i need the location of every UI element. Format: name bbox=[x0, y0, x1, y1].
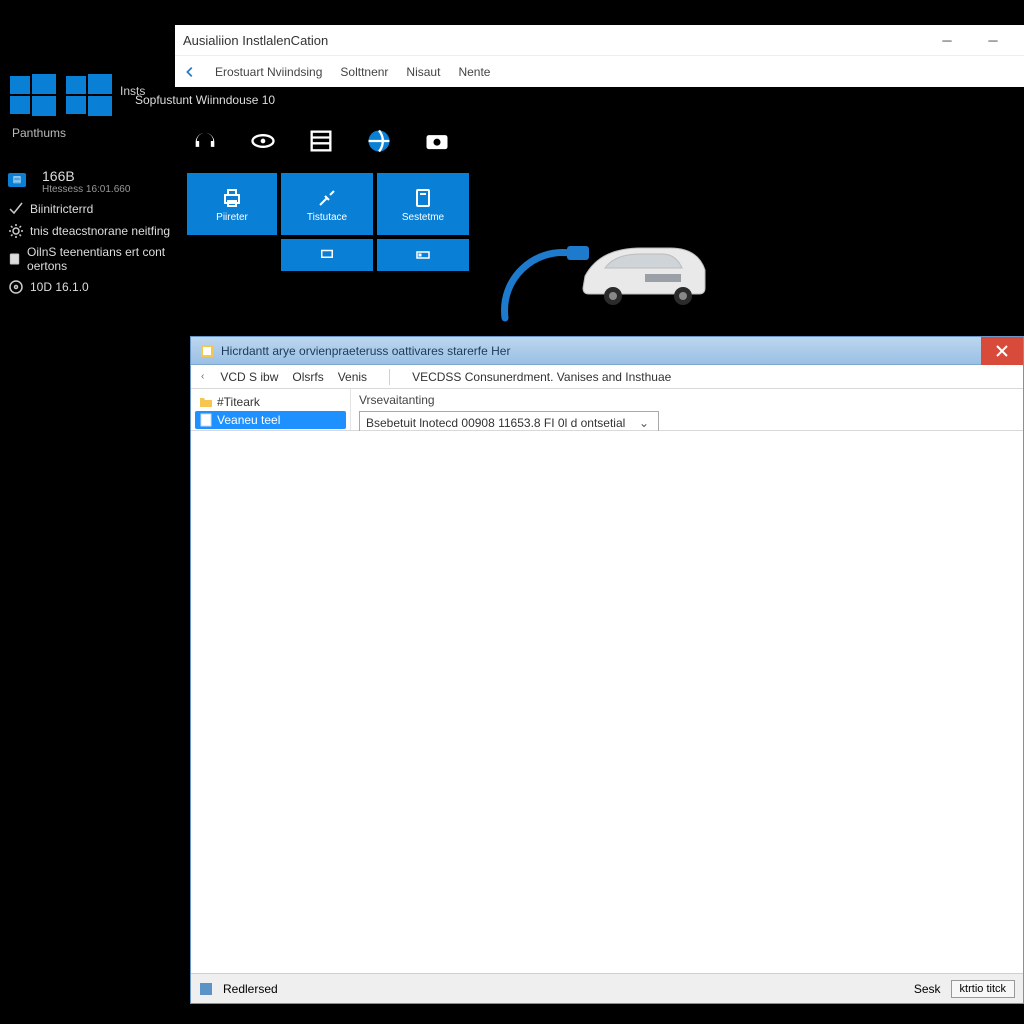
tree-parent[interactable]: #Titeark bbox=[195, 393, 346, 411]
windows-logos bbox=[0, 60, 175, 118]
back-icon[interactable] bbox=[183, 65, 197, 79]
desktop-item[interactable]: tnis dteacstnorane neitfing bbox=[0, 217, 175, 239]
disc-icon bbox=[8, 279, 24, 295]
app-window: Ausialiion InstlalenCation ─ ─ Erostuart… bbox=[175, 25, 1024, 315]
tile-small-1[interactable] bbox=[281, 239, 373, 271]
headset-icon[interactable] bbox=[187, 123, 223, 159]
menu-item[interactable]: Nente bbox=[458, 65, 490, 79]
gear-icon bbox=[8, 223, 24, 239]
status-label: Sesk bbox=[914, 982, 941, 996]
desktop-item[interactable]: OilnS teenentians ert cont oertons bbox=[0, 239, 175, 273]
status-button[interactable]: ktrtio titck bbox=[951, 980, 1015, 998]
menu-item[interactable]: Venis bbox=[338, 370, 367, 384]
explorer-content bbox=[191, 431, 1023, 973]
desktop-group-label: Panthums bbox=[0, 118, 175, 140]
menu-item[interactable]: Solttnenr bbox=[340, 65, 388, 79]
titlebar[interactable]: Ausialiion InstlalenCation ─ ─ bbox=[175, 25, 1024, 55]
windows-logo-icon bbox=[10, 72, 56, 118]
app-subtitle: Sopfustunt Wiinndouse 10 bbox=[135, 93, 1024, 107]
tile-interface[interactable]: Tistutace bbox=[281, 173, 373, 235]
explorer-upper: #Titeark Veaneu teel Vrsevaitanting Bseb… bbox=[191, 389, 1023, 431]
desktop-item-hd[interactable]: ▤ 166B Htessess 16:01.660 bbox=[0, 158, 175, 195]
chevron-left-icon[interactable]: ‹ bbox=[201, 371, 204, 382]
status-bar: Redlersed Sesk ktrtio titck bbox=[191, 973, 1023, 1003]
card-icon bbox=[414, 246, 432, 264]
tile-printer[interactable]: Piireter bbox=[187, 173, 277, 235]
desktop-item[interactable]: Biinitricterrd bbox=[0, 195, 175, 217]
list-icon[interactable] bbox=[303, 123, 339, 159]
check-icon bbox=[8, 201, 24, 217]
desktop-item[interactable]: 10D 16.1.0 bbox=[0, 273, 175, 295]
menu-item[interactable]: VCD S ibw bbox=[220, 370, 278, 384]
tile-system[interactable]: Sestetme bbox=[377, 173, 469, 235]
windows-logo-icon bbox=[66, 72, 112, 118]
globe-icon[interactable] bbox=[361, 123, 397, 159]
printer-icon bbox=[220, 186, 244, 210]
field-label: Vrsevaitanting bbox=[359, 393, 1015, 407]
page-icon bbox=[199, 413, 213, 427]
system-icon bbox=[411, 186, 435, 210]
menu-section-label: VECDSS Consunerdment. Vanises and Insthu… bbox=[412, 370, 671, 384]
tile-small-2[interactable] bbox=[377, 239, 469, 271]
maximize-button[interactable]: ─ bbox=[970, 25, 1016, 55]
explorer-menubar: ‹ VCD S ibw Olsrfs Venis VECDSS Consuner… bbox=[191, 365, 1023, 389]
menu-item[interactable]: Olsrfs bbox=[292, 370, 323, 384]
app-icon bbox=[199, 343, 215, 359]
close-button[interactable] bbox=[981, 337, 1023, 365]
explorer-title: Hicrdantt arye orvienpraeteruss oattivar… bbox=[221, 344, 510, 358]
menu-item[interactable]: Erostuart Nviindsing bbox=[215, 65, 322, 79]
status-text: Redlersed bbox=[223, 982, 278, 996]
status-icon bbox=[199, 982, 213, 996]
explorer-main-header: Vrsevaitanting Bsebetuit lnotecd 00908 1… bbox=[351, 389, 1023, 430]
camera-icon[interactable] bbox=[419, 123, 455, 159]
tile-grid: Piireter Tistutace Sestetme bbox=[187, 173, 1012, 271]
explorer-titlebar[interactable]: Hicrdantt arye orvienpraeteruss oattivar… bbox=[191, 337, 1023, 365]
document-icon bbox=[8, 251, 21, 267]
explorer-window: Hicrdantt arye orvienpraeteruss oattivar… bbox=[190, 336, 1024, 1004]
close-icon bbox=[995, 344, 1009, 358]
window-title: Ausialiion InstlalenCation bbox=[183, 33, 328, 48]
folder-icon bbox=[199, 395, 213, 409]
minimize-button[interactable]: ─ bbox=[924, 25, 970, 55]
menubar: Erostuart Nviindsing Solttnenr Nisaut Ne… bbox=[175, 55, 1024, 87]
combo-value: Bsebetuit lnotecd 00908 11653.8 FI 0l d … bbox=[366, 416, 625, 430]
explorer-tree: #Titeark Veaneu teel bbox=[191, 389, 351, 430]
chevron-down-icon[interactable]: ⌄ bbox=[636, 416, 652, 430]
eye-icon[interactable] bbox=[245, 123, 281, 159]
menu-item[interactable]: Nisaut bbox=[406, 65, 440, 79]
plug-icon bbox=[315, 186, 339, 210]
chip-icon: ▤ bbox=[8, 173, 26, 187]
toolbar bbox=[187, 123, 1012, 159]
tree-child-selected[interactable]: Veaneu teel bbox=[195, 411, 346, 429]
monitor-icon bbox=[318, 246, 336, 264]
